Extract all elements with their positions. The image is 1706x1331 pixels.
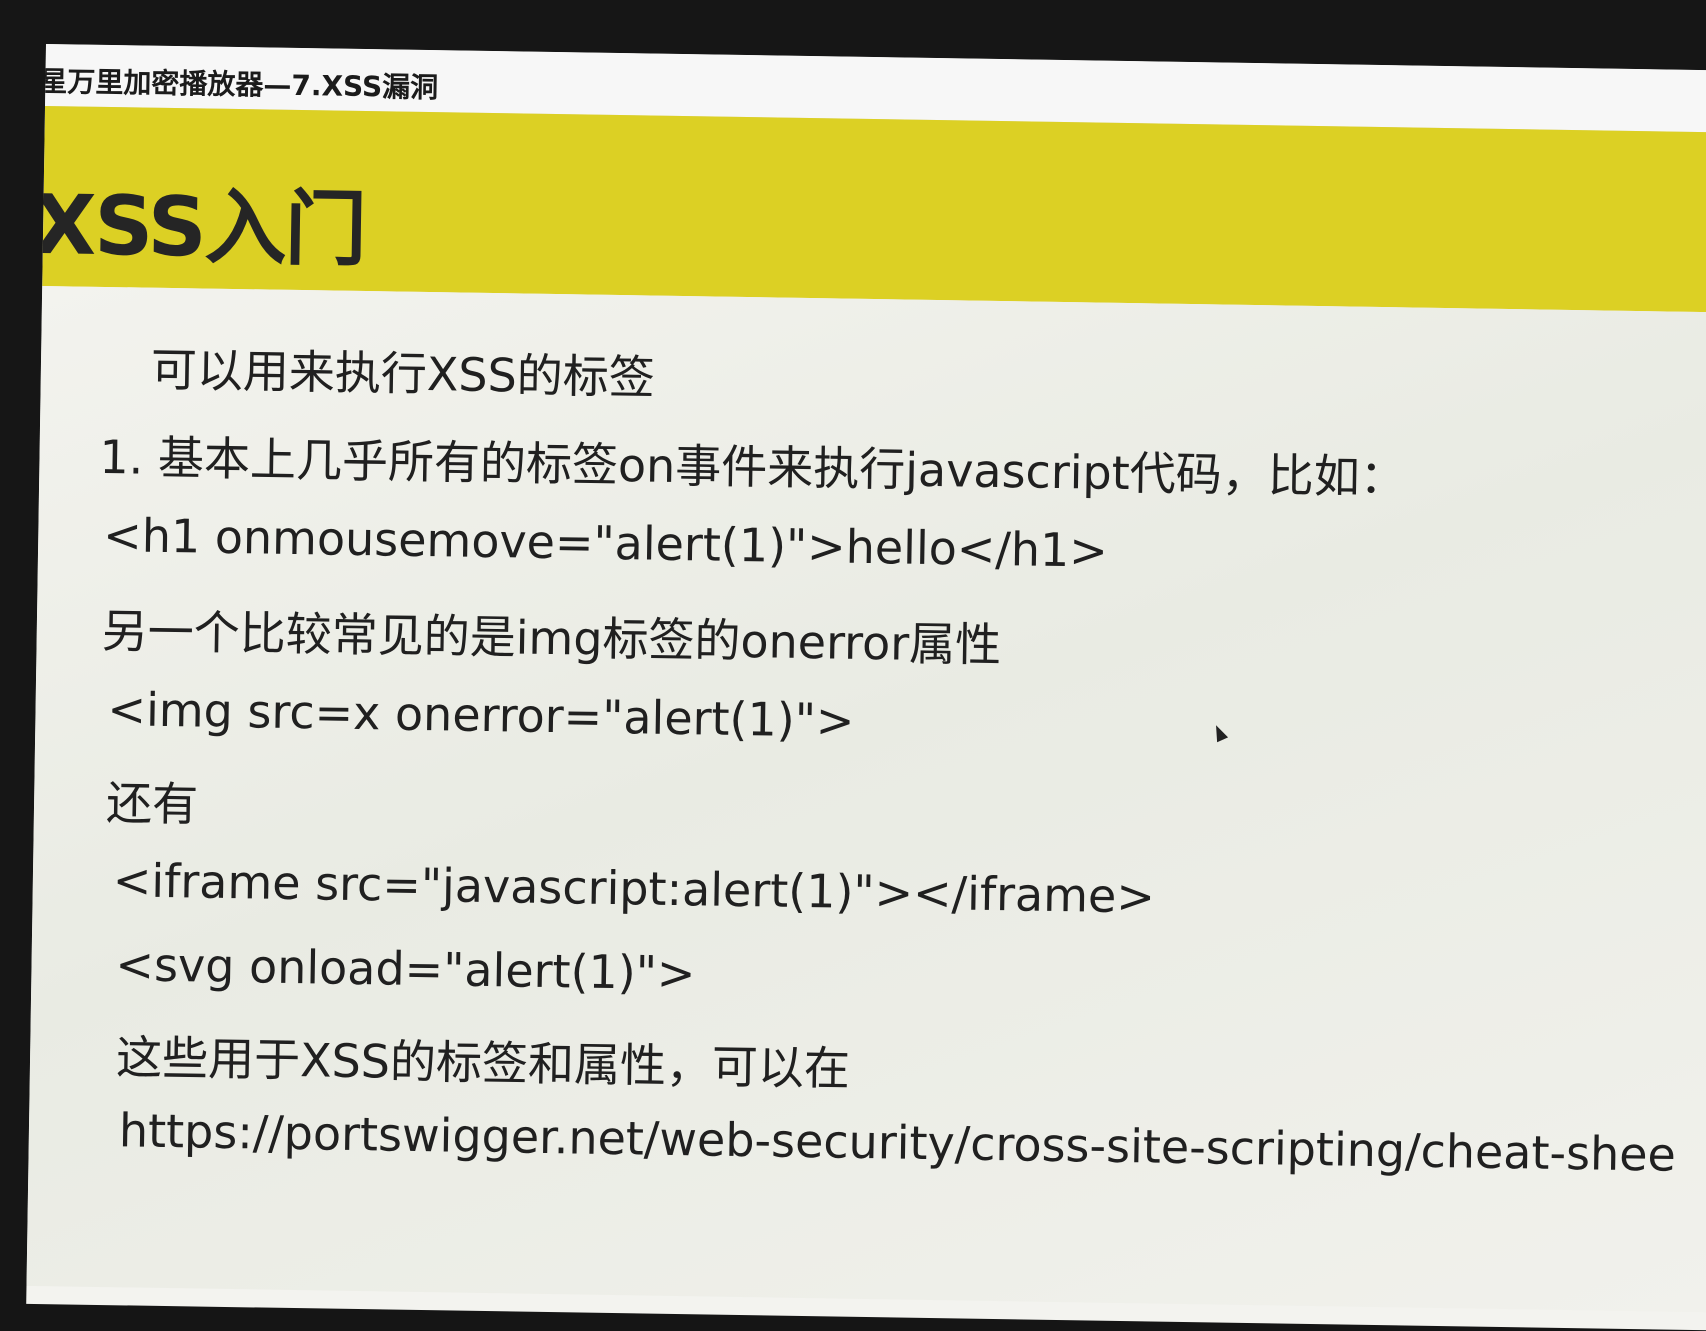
code-line-h1: <h1 onmousemove="alert(1)">hello</h1> [102,507,1109,578]
slide-line-1: 1. 基本上几乎所有的标签on事件来执行javascript代码，比如： [99,429,1407,505]
code-line-svg: <svg onload="alert(1)"> [115,937,696,1001]
slide-line-img-desc: 另一个比较常见的是img标签的onerror属性 [101,603,1002,673]
slide-line-also: 还有 [105,776,199,832]
reference-url: https://portswigger.net/web-security/cro… [118,1103,1677,1182]
slide-line-reference: 这些用于XSS的标签和属性，可以在 [115,1030,851,1096]
slide-title: XSS入门 [32,177,366,279]
code-line-iframe: <iframe src="javascript:alert(1)"></ifra… [112,853,1156,924]
player-window: 星万里加密播放器—7.XSS漏洞 XSS入门 可以用来执行XSS的标签 1. 基… [26,44,1706,1331]
slide-body: 可以用来执行XSS的标签 1. 基本上几乎所有的标签on事件来执行javascr… [26,285,1706,1313]
mouse-cursor-icon [1210,722,1229,743]
code-line-img: <img src=x onerror="alert(1)"> [107,682,855,748]
slide-title-banner: XSS入门 [32,105,1706,313]
slide-heading: 可以用来执行XSS的标签 [150,342,656,405]
window-title: 星万里加密播放器—7.XSS漏洞 [39,64,439,105]
monitor-bezel: 星万里加密播放器—7.XSS漏洞 XSS入门 可以用来执行XSS的标签 1. 基… [0,0,1706,1331]
